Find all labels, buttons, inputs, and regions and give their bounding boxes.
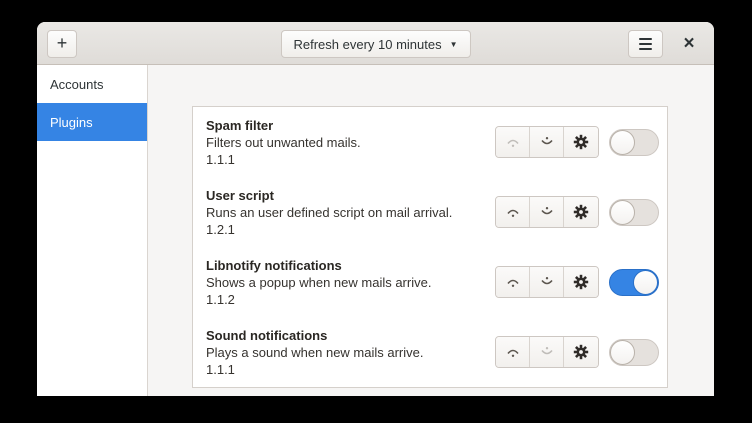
plugin-name: User script [206, 187, 495, 204]
arrow-down-icon [539, 204, 555, 220]
move-down-button[interactable] [530, 337, 564, 367]
toggle-knob [610, 340, 635, 365]
menu-button[interactable] [628, 30, 663, 58]
arrow-down-icon [539, 274, 555, 290]
plugin-settings-button[interactable] [564, 267, 598, 297]
plugin-row: Spam filter Filters out unwanted mails. … [193, 107, 667, 177]
plugin-info: Libnotify notifications Shows a popup wh… [206, 257, 495, 308]
arrow-down-icon [539, 344, 555, 360]
arrow-up-icon [505, 134, 521, 150]
plugin-description: Filters out unwanted mails. [206, 134, 495, 151]
gear-icon [573, 274, 589, 290]
sidebar-item-label: Accounts [50, 77, 103, 92]
gear-icon [573, 344, 589, 360]
plugin-enable-toggle[interactable] [609, 269, 659, 296]
sidebar: Accounts Plugins [37, 65, 148, 396]
headerbar: + Refresh every 10 minutes ▼ × [37, 22, 714, 65]
plugin-enable-toggle[interactable] [609, 339, 659, 366]
arrow-down-icon [539, 134, 555, 150]
plugin-row: Libnotify notifications Shows a popup wh… [193, 247, 667, 317]
refresh-interval-dropdown[interactable]: Refresh every 10 minutes ▼ [280, 30, 470, 58]
plugin-name: Sound notifications [206, 327, 495, 344]
app-window: + Refresh every 10 minutes ▼ × Accounts … [37, 22, 714, 396]
plugin-name: Libnotify notifications [206, 257, 495, 274]
plugin-description: Runs an user defined script on mail arri… [206, 204, 495, 221]
sidebar-item-plugins[interactable]: Plugins [37, 103, 147, 141]
move-up-button[interactable] [496, 127, 530, 157]
sidebar-item-label: Plugins [50, 115, 93, 130]
plugin-version: 1.1.2 [206, 291, 495, 308]
plugin-version: 1.2.1 [206, 221, 495, 238]
toggle-knob [633, 270, 658, 295]
arrow-up-icon [505, 204, 521, 220]
plugin-action-group [495, 336, 599, 368]
close-button[interactable]: × [674, 30, 704, 58]
plugin-action-group [495, 126, 599, 158]
plugin-enable-toggle[interactable] [609, 129, 659, 156]
window-body: Accounts Plugins Spam filter Filters out… [37, 65, 714, 396]
toggle-knob [610, 200, 635, 225]
arrow-up-icon [505, 274, 521, 290]
hamburger-icon [639, 38, 652, 50]
toggle-knob [610, 130, 635, 155]
plugin-version: 1.1.1 [206, 361, 495, 378]
plugin-settings-button[interactable] [564, 127, 598, 157]
plugin-settings-button[interactable] [564, 337, 598, 367]
plugin-action-group [495, 196, 599, 228]
move-down-button[interactable] [530, 197, 564, 227]
move-up-button[interactable] [496, 337, 530, 367]
plugin-name: Spam filter [206, 117, 495, 134]
move-up-button[interactable] [496, 267, 530, 297]
plugin-settings-button[interactable] [564, 197, 598, 227]
chevron-down-icon: ▼ [450, 40, 458, 49]
plugin-action-group [495, 266, 599, 298]
main-content: Spam filter Filters out unwanted mails. … [149, 65, 714, 396]
move-down-button[interactable] [530, 267, 564, 297]
move-down-button[interactable] [530, 127, 564, 157]
arrow-up-icon [505, 344, 521, 360]
plugin-description: Shows a popup when new mails arrive. [206, 274, 495, 291]
plugin-description: Plays a sound when new mails arrive. [206, 344, 495, 361]
gear-icon [573, 134, 589, 150]
plugin-row: Sound notifications Plays a sound when n… [193, 317, 667, 387]
refresh-interval-label: Refresh every 10 minutes [293, 37, 441, 52]
move-up-button[interactable] [496, 197, 530, 227]
add-account-button[interactable]: + [47, 30, 77, 58]
plugin-list: Spam filter Filters out unwanted mails. … [192, 106, 668, 388]
plugin-row: User script Runs an user defined script … [193, 177, 667, 247]
plugin-info: User script Runs an user defined script … [206, 187, 495, 238]
gear-icon [573, 204, 589, 220]
sidebar-item-accounts[interactable]: Accounts [37, 65, 147, 103]
plugin-info: Sound notifications Plays a sound when n… [206, 327, 495, 378]
plugin-version: 1.1.1 [206, 151, 495, 168]
plugin-info: Spam filter Filters out unwanted mails. … [206, 117, 495, 168]
plugin-enable-toggle[interactable] [609, 199, 659, 226]
